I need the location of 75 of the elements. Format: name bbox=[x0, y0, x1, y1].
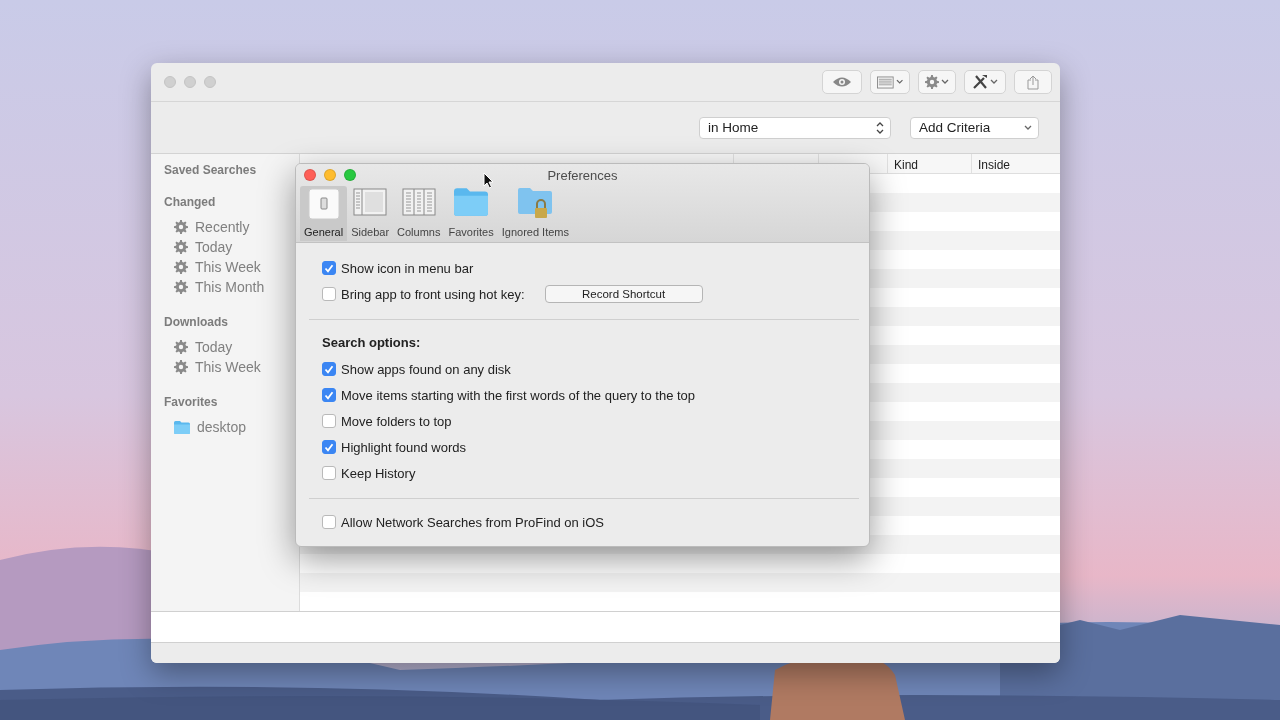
gear-icon bbox=[174, 360, 188, 374]
pointer-icon bbox=[483, 172, 494, 189]
record-shortcut-button[interactable]: Record Shortcut bbox=[544, 285, 703, 303]
checkbox[interactable] bbox=[322, 515, 336, 529]
checkbox-label: Keep History bbox=[341, 465, 416, 481]
caret-icon bbox=[990, 79, 998, 85]
sidebar-item[interactable]: This Week bbox=[164, 257, 299, 277]
action-button[interactable] bbox=[918, 70, 956, 94]
sidebar-item[interactable]: Recently bbox=[164, 217, 299, 237]
sidebar-heading: Changed bbox=[164, 195, 217, 209]
preferences-tab[interactable]: Columns bbox=[393, 186, 445, 241]
window-control[interactable] bbox=[184, 76, 196, 88]
preferences-tab[interactable]: Sidebar bbox=[347, 186, 394, 241]
check-icon bbox=[324, 442, 334, 452]
view-button[interactable] bbox=[870, 70, 910, 94]
criteria-popup[interactable]: Add Criteria bbox=[910, 116, 1039, 139]
check-icon bbox=[324, 263, 334, 273]
check-icon bbox=[324, 364, 334, 374]
scope-popup[interactable]: in Home bbox=[699, 116, 891, 139]
sidebar-heading: Downloads bbox=[164, 315, 229, 329]
caret-icon bbox=[941, 79, 949, 85]
checkbox-label: Bring app to front using hot key: bbox=[341, 286, 525, 302]
checkbox-label: Allow Network Searches from ProFind on iOS bbox=[341, 514, 604, 530]
tools-button[interactable] bbox=[964, 70, 1006, 94]
checkbox-label: Highlight found words bbox=[341, 439, 467, 455]
columns-icon bbox=[401, 188, 436, 216]
table-row[interactable] bbox=[300, 573, 1060, 592]
sidebar-heading: Favorites bbox=[164, 395, 219, 409]
gear-icon bbox=[174, 280, 188, 294]
checkbox[interactable] bbox=[322, 466, 336, 480]
checkbox-label: Move folders to top bbox=[341, 413, 452, 429]
column-header[interactable]: Kind bbox=[887, 154, 971, 173]
section-heading: Search options: bbox=[322, 334, 421, 350]
checkbox-label: Show apps found on any disk bbox=[341, 361, 511, 377]
window-control[interactable] bbox=[204, 76, 216, 88]
share-button[interactable] bbox=[1014, 70, 1052, 94]
gear-icon bbox=[925, 75, 939, 89]
sidebar-item[interactable]: desktop bbox=[164, 417, 299, 437]
checkbox[interactable] bbox=[322, 261, 336, 275]
gear-icon bbox=[174, 240, 188, 254]
tools-icon bbox=[972, 74, 988, 90]
share-icon bbox=[1027, 74, 1039, 90]
gear-icon bbox=[174, 340, 188, 354]
checkbox-label: Move items starting with the first words of the query to the top bbox=[341, 387, 696, 403]
stepper-icon bbox=[876, 121, 884, 134]
checkbox[interactable] bbox=[322, 362, 336, 376]
checkbox-label: Show icon in menu bar bbox=[341, 260, 474, 276]
sidebar-item[interactable]: Today bbox=[164, 237, 299, 257]
gear-icon bbox=[174, 260, 188, 274]
checkbox[interactable] bbox=[322, 388, 336, 402]
folder-icon bbox=[174, 420, 190, 434]
caret-icon bbox=[895, 79, 903, 85]
sidebar-icon bbox=[353, 188, 388, 216]
checkbox[interactable] bbox=[322, 287, 336, 301]
preferences-tab[interactable]: Favorites bbox=[444, 186, 498, 241]
window-title: Preferences bbox=[547, 168, 618, 183]
sidebar-item[interactable]: This Week bbox=[164, 357, 299, 377]
column-header[interactable]: Inside bbox=[971, 154, 1060, 173]
gear-icon bbox=[174, 220, 188, 234]
sidebar-heading: Saved Searches bbox=[164, 163, 258, 177]
check-icon bbox=[324, 390, 334, 400]
sidebar-item[interactable]: Today bbox=[164, 337, 299, 357]
caret-icon bbox=[1024, 124, 1032, 131]
quick-look-button[interactable] bbox=[822, 70, 862, 94]
folder-icon bbox=[454, 188, 489, 216]
locked-folder-icon bbox=[518, 188, 553, 218]
window-control[interactable] bbox=[164, 76, 176, 88]
list-icon bbox=[877, 75, 894, 89]
checkbox[interactable] bbox=[322, 414, 336, 428]
sidebar-item[interactable]: This Month bbox=[164, 277, 299, 297]
eye-icon bbox=[832, 76, 852, 88]
switch-icon bbox=[307, 188, 340, 220]
preferences-tab[interactable]: General bbox=[300, 186, 348, 241]
checkbox[interactable] bbox=[322, 440, 336, 454]
preferences-tab[interactable]: Ignored Items bbox=[497, 186, 573, 241]
